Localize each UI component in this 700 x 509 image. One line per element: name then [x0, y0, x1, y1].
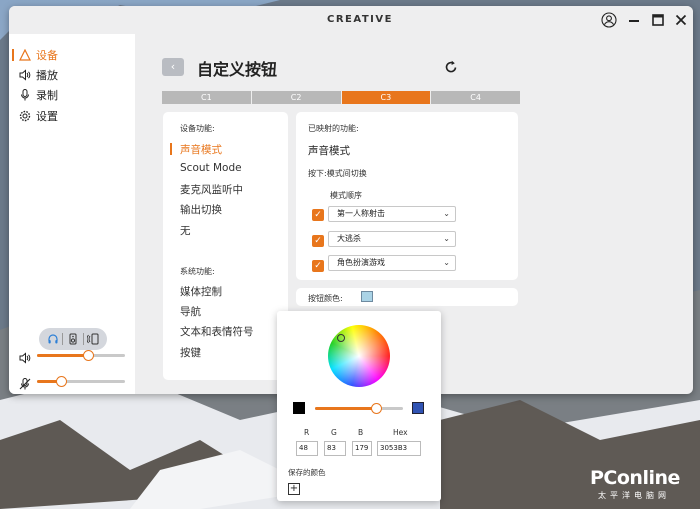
function-item-output-switch[interactable]: 输出切换	[180, 202, 222, 217]
function-item-keys[interactable]: 按键	[180, 345, 201, 360]
press-value: 模式间切换	[326, 169, 367, 178]
system-functions-label: 系统功能:	[180, 267, 215, 276]
sidebar-item-label: 录制	[36, 89, 58, 102]
account-icon[interactable]	[601, 12, 617, 28]
sidebar-item-device[interactable]: 设备	[9, 46, 135, 64]
sidebar-item-record[interactable]: 录制	[9, 86, 135, 104]
surround-mode-icon[interactable]	[86, 330, 99, 349]
mode-checkbox-1[interactable]: ✓	[312, 209, 324, 221]
minimize-icon[interactable]	[626, 12, 642, 28]
watermark-logo: PConline	[590, 467, 680, 489]
black-swatch	[293, 402, 305, 414]
mode-select-2[interactable]: 大逃杀 ⌄	[328, 231, 456, 247]
hex-label: Hex	[393, 428, 408, 437]
mode-select-value: 角色扮演游戏	[337, 258, 385, 267]
speaker-mode-icon[interactable]	[67, 330, 79, 349]
mode-checkbox-2[interactable]: ✓	[312, 235, 324, 247]
saved-colors-label: 保存的颜色	[288, 468, 326, 477]
brightness-slider-thumb[interactable]	[370, 403, 382, 414]
b-label: B	[358, 428, 364, 437]
mode-select-3[interactable]: 角色扮演游戏 ⌄	[328, 255, 456, 271]
title-bar: CREATIVE	[9, 6, 693, 34]
button-color-swatch[interactable]	[361, 291, 373, 302]
volume-icon	[19, 349, 31, 364]
function-item-none[interactable]: 无	[180, 223, 191, 238]
chevron-down-icon: ⌄	[443, 258, 450, 267]
sidebar-item-label: 播放	[36, 69, 58, 82]
color-wheel-handle[interactable]	[337, 334, 345, 342]
tab-c1[interactable]: C1	[162, 91, 252, 104]
b-input[interactable]: 179	[352, 441, 372, 456]
mic-slider-thumb[interactable]	[55, 376, 67, 387]
watermark-subtitle: 太平洋电脑网	[598, 491, 670, 500]
color-picker-popup: R G B Hex 48 83 179 3053B3 保存的颜色 +	[277, 311, 441, 501]
mode-checkbox-3[interactable]: ✓	[312, 260, 324, 272]
maximize-icon[interactable]	[650, 12, 666, 28]
g-label: G	[331, 428, 337, 437]
selected-color-swatch	[412, 402, 424, 414]
press-action: 按下:模式间切换	[308, 168, 367, 179]
device-functions-label: 设备功能:	[180, 124, 215, 133]
mode-select-value: 大逃杀	[337, 234, 361, 243]
mic-icon	[19, 89, 31, 101]
function-list: 设备功能: 声音模式 Scout Mode 麦克风监听中 输出切换 无 系统功能…	[163, 112, 288, 380]
function-item-text-emoji[interactable]: 文本和表情符号	[180, 324, 254, 339]
plus-icon: +	[289, 483, 299, 494]
mic-muted-icon	[19, 375, 31, 390]
headset-icon	[19, 48, 31, 61]
sidebar-item-label: 设置	[36, 110, 58, 123]
hex-input[interactable]: 3053B3	[377, 441, 421, 456]
r-label: R	[304, 428, 310, 437]
mic-slider[interactable]	[37, 376, 125, 387]
sidebar-item-label: 设备	[36, 49, 58, 62]
press-label: 按下:	[308, 169, 327, 178]
brightness-slider-fill	[315, 407, 376, 410]
page-title: 自定义按钮	[197, 60, 278, 79]
gear-icon	[19, 110, 31, 122]
button-color-row: 按钮颜色:	[296, 288, 518, 306]
sidebar-item-playback[interactable]: 播放	[9, 66, 135, 84]
function-item-navigation[interactable]: 导航	[180, 304, 201, 319]
tab-c3[interactable]: C3	[341, 91, 432, 104]
reset-icon[interactable]	[443, 59, 459, 75]
function-item-mic-monitor[interactable]: 麦克风监听中	[180, 182, 243, 197]
chevron-down-icon: ⌄	[443, 234, 450, 243]
button-tabs: C1 C2 C3 C4	[162, 91, 520, 104]
speaker-icon	[19, 69, 31, 81]
brand-logo: CREATIVE	[327, 14, 393, 25]
function-item-media-control[interactable]: 媒体控制	[180, 284, 222, 299]
g-input[interactable]: 83	[324, 441, 346, 456]
back-button[interactable]: ‹	[162, 58, 184, 76]
volume-slider[interactable]	[37, 350, 125, 361]
sidebar: 设备 播放 录制 设置	[9, 34, 135, 394]
chevron-down-icon: ⌄	[443, 209, 450, 218]
r-input[interactable]: 48	[296, 441, 318, 456]
headphone-mode-icon[interactable]	[47, 330, 59, 349]
mode-select-1[interactable]: 第一人称射击 ⌄	[328, 206, 456, 222]
button-color-label: 按钮颜色:	[308, 294, 343, 303]
chevron-left-icon: ‹	[170, 60, 176, 73]
function-item-scout-mode[interactable]: Scout Mode	[180, 162, 242, 174]
tab-c2[interactable]: C2	[251, 91, 342, 104]
output-mode-switch	[39, 328, 107, 350]
mode-select-value: 第一人称射击	[337, 209, 385, 218]
mic-slider-row	[19, 374, 129, 390]
mapped-function-label: 已映射的功能:	[308, 124, 359, 133]
tab-c4[interactable]: C4	[431, 91, 520, 104]
volume-slider-thumb[interactable]	[83, 350, 95, 361]
volume-slider-fill	[37, 354, 89, 357]
sidebar-item-settings[interactable]: 设置	[9, 107, 135, 125]
brightness-slider[interactable]	[315, 403, 403, 414]
mapped-function-value: 声音模式	[308, 145, 350, 157]
add-color-button[interactable]: +	[288, 483, 300, 495]
function-item-sound-mode[interactable]: 声音模式	[170, 142, 222, 157]
volume-slider-row	[19, 348, 129, 364]
mapping-panel: 已映射的功能: 声音模式 按下:模式间切换 模式顺序 ✓ 第一人称射击 ⌄ ✓ 大…	[296, 112, 518, 280]
mode-order-label: 模式顺序	[330, 191, 362, 200]
close-icon[interactable]	[673, 12, 689, 28]
